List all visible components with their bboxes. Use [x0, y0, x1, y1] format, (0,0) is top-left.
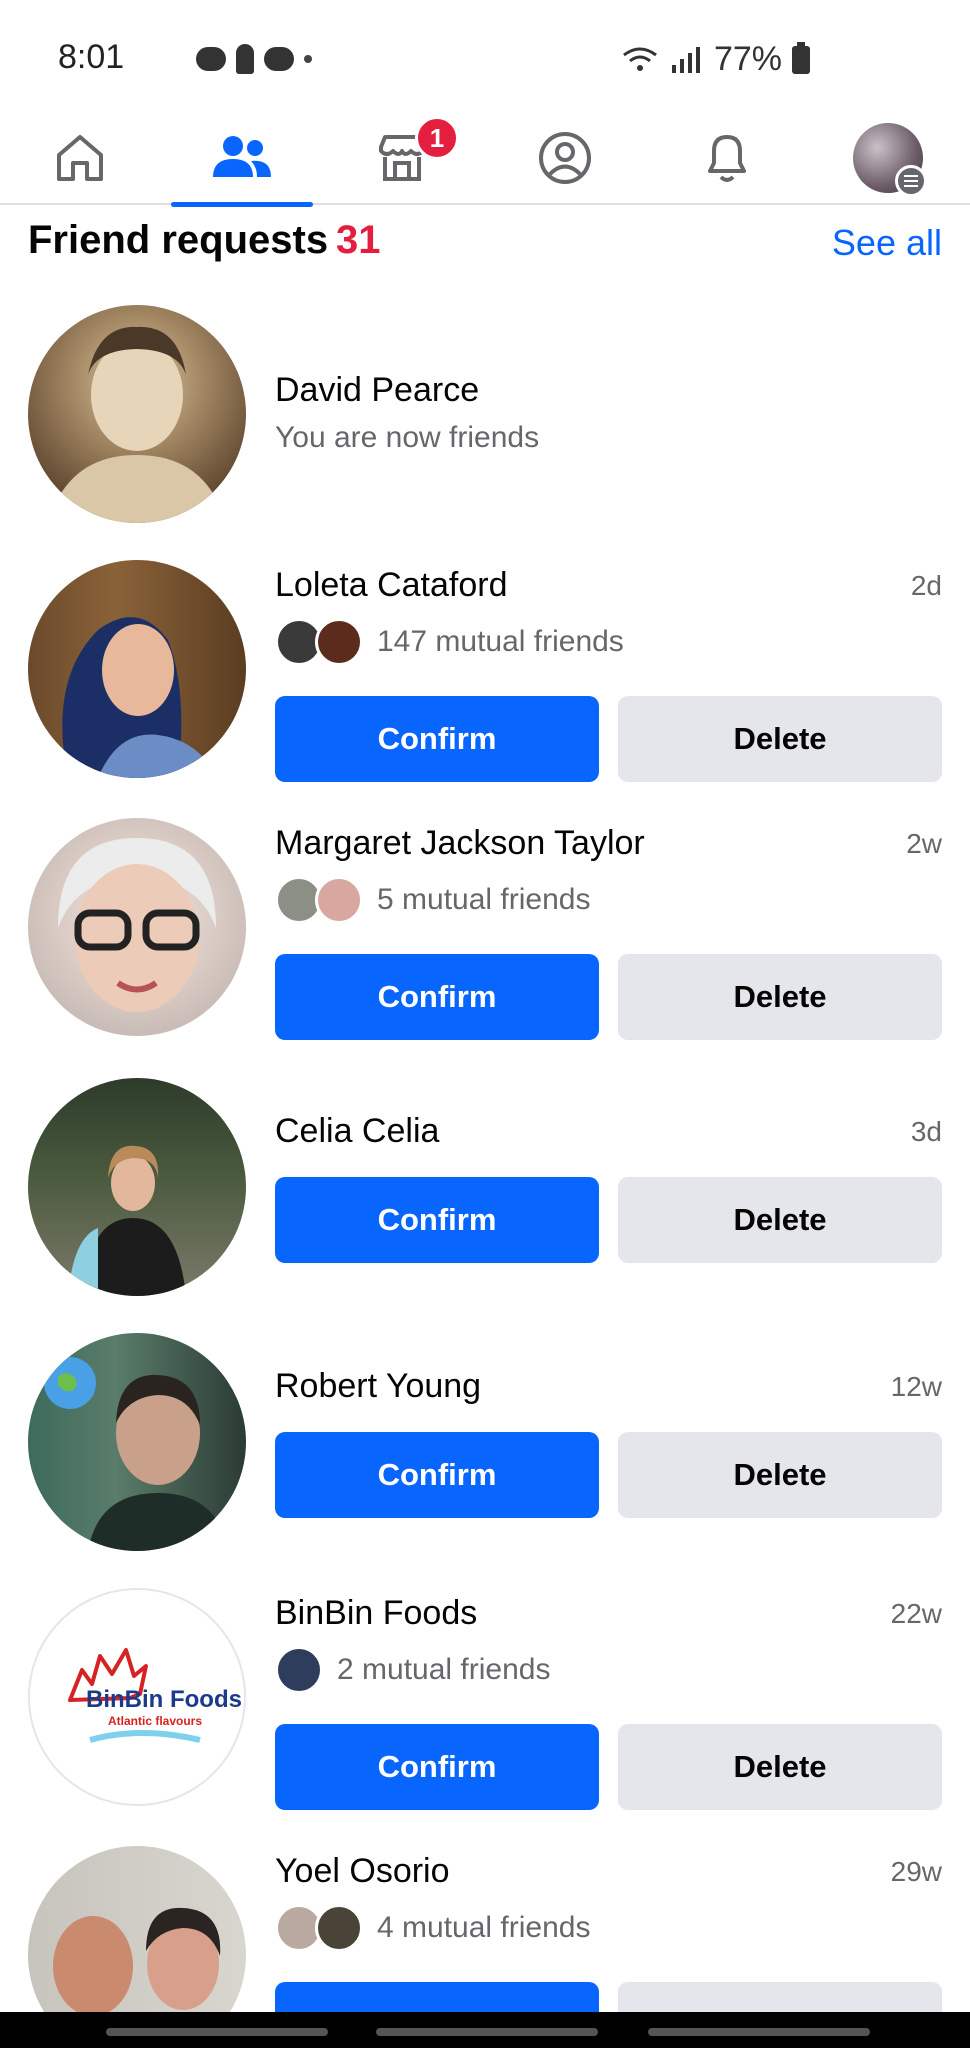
- request-name[interactable]: Margaret Jackson Taylor: [275, 824, 645, 863]
- status-time: 8:01: [58, 38, 125, 76]
- system-status: 77%: [620, 40, 810, 79]
- tab-menu[interactable]: [813, 110, 963, 205]
- confirm-button[interactable]: Confirm: [275, 954, 599, 1040]
- request-time: 22w: [890, 1598, 942, 1629]
- recent-apps-button[interactable]: [106, 2028, 328, 2036]
- request-name[interactable]: BinBin Foods: [275, 1594, 477, 1633]
- delete-button[interactable]: Delete: [618, 954, 942, 1040]
- friend-request-item: BinBin Foods Atlantic flavours BinBin Fo…: [28, 1588, 942, 1810]
- delete-button[interactable]: Delete: [618, 1982, 942, 2012]
- menu-icon: [895, 164, 927, 197]
- marketplace-badge: 1: [415, 116, 459, 160]
- tab-marketplace[interactable]: 1: [327, 110, 477, 205]
- delete-button[interactable]: Delete: [618, 696, 942, 782]
- friend-request-item: Loleta Cataford 2d 147 mutual friends Co…: [28, 560, 942, 782]
- logo-text: BinBin Foods: [86, 1686, 242, 1713]
- request-status: You are now friends: [275, 421, 540, 454]
- confirm-button[interactable]: Confirm: [275, 696, 599, 782]
- request-time: 3d: [910, 1116, 942, 1147]
- request-count: 31: [336, 218, 381, 262]
- delete-button[interactable]: Delete: [618, 1432, 942, 1518]
- voicemail-icon: [196, 47, 226, 71]
- friend-request-item[interactable]: David Pearce You are now friends: [28, 305, 942, 525]
- mutual-friends[interactable]: 147 mutual friends: [275, 618, 624, 666]
- tab-friends[interactable]: [167, 110, 317, 207]
- mutual-friends-count: 5 mutual friends: [377, 883, 591, 916]
- bell-icon: [708, 134, 746, 182]
- confirm-button[interactable]: Confirm: [275, 1982, 599, 2012]
- avatar[interactable]: [28, 1846, 246, 2012]
- home-icon: [57, 134, 103, 181]
- avatar[interactable]: [28, 560, 246, 778]
- mutual-friend-avatar: [315, 618, 363, 666]
- profile-avatar: [853, 122, 927, 197]
- avatar[interactable]: [28, 818, 246, 1036]
- request-time: 2d: [910, 570, 942, 601]
- home-gesture-bar[interactable]: [376, 2028, 598, 2036]
- signal-icon: [671, 46, 700, 73]
- mutual-friends-count: 147 mutual friends: [377, 625, 624, 658]
- request-name[interactable]: Celia Celia: [275, 1112, 439, 1151]
- voicemail-icon: [264, 47, 294, 71]
- friend-request-item: Robert Young 12w Confirm Delete: [28, 1333, 942, 1551]
- top-navigation: 1: [0, 110, 970, 207]
- delete-button[interactable]: Delete: [618, 1724, 942, 1810]
- system-navigation-bar: [0, 2012, 970, 2048]
- status-bar: 8:01 77%: [0, 0, 970, 110]
- request-name[interactable]: Robert Young: [275, 1367, 481, 1406]
- avatar[interactable]: [28, 1078, 246, 1296]
- confirm-button[interactable]: Confirm: [275, 1432, 599, 1518]
- page-title: Friend requests: [28, 218, 329, 262]
- mutual-friend-avatar: [315, 1904, 363, 1952]
- logo-subtext: Atlantic flavours: [108, 1714, 203, 1728]
- delete-button[interactable]: Delete: [618, 1177, 942, 1263]
- avatar[interactable]: BinBin Foods Atlantic flavours: [28, 1588, 246, 1806]
- profile-icon: [539, 131, 591, 184]
- notification-icons: [140, 44, 312, 74]
- battery-percent: 77%: [713, 40, 782, 78]
- friend-request-item: Margaret Jackson Taylor 2w 5 mutual frie…: [28, 818, 942, 1040]
- mutual-friends[interactable]: 4 mutual friends: [275, 1904, 590, 1952]
- request-time: 29w: [890, 1856, 942, 1887]
- keyhole-icon: [236, 44, 254, 74]
- back-button[interactable]: [648, 2028, 870, 2036]
- mutual-friend-avatar: [315, 876, 363, 924]
- friends-icon: [213, 135, 271, 177]
- mutual-friends[interactable]: 5 mutual friends: [275, 876, 590, 924]
- friend-requests-header: Friend requests 31 See all: [28, 218, 942, 270]
- mutual-friends[interactable]: 2 mutual friends: [275, 1646, 550, 1694]
- tab-home[interactable]: [5, 110, 155, 205]
- avatar[interactable]: [28, 305, 246, 523]
- tab-notifications[interactable]: [652, 110, 802, 205]
- wifi-icon: [623, 47, 657, 71]
- tab-profile[interactable]: [490, 110, 640, 205]
- confirm-button[interactable]: Confirm: [275, 1177, 599, 1263]
- mutual-friends-count: 4 mutual friends: [377, 1911, 591, 1944]
- request-time: 12w: [890, 1371, 942, 1402]
- friend-request-item: Celia Celia 3d Confirm Delete: [28, 1078, 942, 1296]
- friend-request-item: Yoel Osorio 29w 4 mutual friends Confirm…: [28, 1846, 942, 2012]
- mutual-friends-count: 2 mutual friends: [337, 1653, 551, 1686]
- battery-icon: [792, 41, 810, 74]
- more-notifications-icon: [304, 55, 312, 63]
- mutual-friend-avatar: [275, 1646, 323, 1694]
- see-all-link[interactable]: See all: [832, 222, 942, 264]
- request-name[interactable]: Loleta Cataford: [275, 566, 508, 605]
- request-name[interactable]: David Pearce: [275, 371, 479, 410]
- avatar[interactable]: [28, 1333, 246, 1551]
- confirm-button[interactable]: Confirm: [275, 1724, 599, 1810]
- request-time: 2w: [906, 828, 942, 859]
- request-name[interactable]: Yoel Osorio: [275, 1852, 450, 1891]
